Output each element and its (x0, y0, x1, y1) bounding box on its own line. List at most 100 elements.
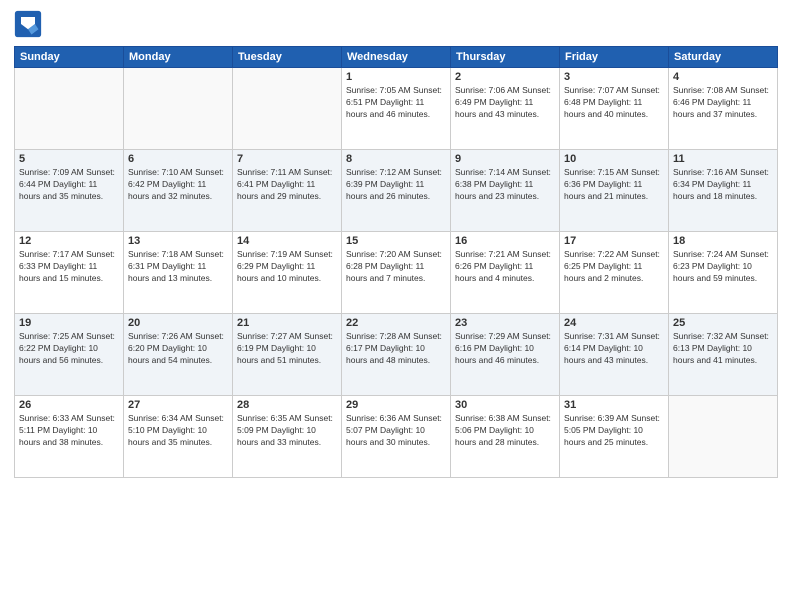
calendar-cell (233, 68, 342, 150)
day-number: 17 (564, 235, 664, 247)
day-info: Sunrise: 7:17 AM Sunset: 6:33 PM Dayligh… (19, 249, 119, 285)
page: SundayMondayTuesdayWednesdayThursdayFrid… (0, 0, 792, 612)
calendar-cell: 20 Sunrise: 7:26 AM Sunset: 6:20 PM Dayli… (124, 314, 233, 396)
day-number: 25 (673, 317, 773, 329)
day-info: Sunrise: 7:09 AM Sunset: 6:44 PM Dayligh… (19, 167, 119, 203)
day-info: Sunrise: 6:38 AM Sunset: 5:06 PM Dayligh… (455, 413, 555, 449)
calendar-cell: 24 Sunrise: 7:31 AM Sunset: 6:14 PM Dayli… (560, 314, 669, 396)
calendar-cell: 9Sunrise: 7:14 AM Sunset: 6:38 PM Daylig… (451, 150, 560, 232)
day-info: Sunrise: 6:34 AM Sunset: 5:10 PM Dayligh… (128, 413, 228, 449)
calendar-cell: 10 Sunrise: 7:15 AM Sunset: 6:36 PM Dayli… (560, 150, 669, 232)
day-number: 27 (128, 399, 228, 411)
day-number: 2 (455, 71, 555, 83)
calendar-week-row: 12Sunrise: 7:17 AM Sunset: 6:33 PM Dayli… (15, 232, 778, 314)
day-number: 1 (346, 71, 446, 83)
calendar-week-row: 26Sunrise: 6:33 AM Sunset: 5:11 PM Dayli… (15, 396, 778, 478)
day-number: 21 (237, 317, 337, 329)
day-info: Sunrise: 7:07 AM Sunset: 6:48 PM Dayligh… (564, 85, 664, 121)
calendar-cell: 21 Sunrise: 7:27 AM Sunset: 6:19 PM Dayli… (233, 314, 342, 396)
header (14, 10, 778, 38)
day-info: Sunrise: 7:19 AM Sunset: 6:29 PM Dayligh… (237, 249, 337, 285)
day-number: 11 (673, 153, 773, 165)
day-number: 26 (19, 399, 119, 411)
day-number: 19 (19, 317, 119, 329)
day-info: Sunrise: 7:26 AM Sunset: 6:20 PM Dayligh… (128, 331, 228, 367)
day-info: Sunrise: 7:08 AM Sunset: 6:46 PM Dayligh… (673, 85, 773, 121)
logo-icon (14, 10, 42, 38)
weekday-header-thursday: Thursday (451, 47, 560, 68)
calendar-cell: 1 Sunrise: 7:05 AM Sunset: 6:51 PM Daylig… (342, 68, 451, 150)
day-number: 29 (346, 399, 446, 411)
calendar-cell: 7 Sunrise: 7:11 AM Sunset: 6:41 PM Daylig… (233, 150, 342, 232)
calendar-week-row: 19 Sunrise: 7:25 AM Sunset: 6:22 PM Dayli… (15, 314, 778, 396)
calendar-cell: 28 Sunrise: 6:35 AM Sunset: 5:09 PM Dayli… (233, 396, 342, 478)
day-info: Sunrise: 7:14 AM Sunset: 6:38 PM Dayligh… (455, 167, 555, 203)
day-number: 8 (346, 153, 446, 165)
day-info: Sunrise: 7:16 AM Sunset: 6:34 PM Dayligh… (673, 167, 773, 203)
calendar-table: SundayMondayTuesdayWednesdayThursdayFrid… (14, 46, 778, 478)
day-number: 10 (564, 153, 664, 165)
day-info: Sunrise: 7:24 AM Sunset: 6:23 PM Dayligh… (673, 249, 773, 285)
calendar-cell: 27 Sunrise: 6:34 AM Sunset: 5:10 PM Dayli… (124, 396, 233, 478)
day-number: 6 (128, 153, 228, 165)
day-info: Sunrise: 6:35 AM Sunset: 5:09 PM Dayligh… (237, 413, 337, 449)
day-info: Sunrise: 7:05 AM Sunset: 6:51 PM Dayligh… (346, 85, 446, 121)
day-info: Sunrise: 7:22 AM Sunset: 6:25 PM Dayligh… (564, 249, 664, 285)
day-info: Sunrise: 7:12 AM Sunset: 6:39 PM Dayligh… (346, 167, 446, 203)
calendar-cell: 5 Sunrise: 7:09 AM Sunset: 6:44 PM Daylig… (15, 150, 124, 232)
calendar-cell: 22Sunrise: 7:28 AM Sunset: 6:17 PM Dayli… (342, 314, 451, 396)
calendar-week-row: 1 Sunrise: 7:05 AM Sunset: 6:51 PM Daylig… (15, 68, 778, 150)
day-number: 14 (237, 235, 337, 247)
day-info: Sunrise: 7:31 AM Sunset: 6:14 PM Dayligh… (564, 331, 664, 367)
day-number: 7 (237, 153, 337, 165)
calendar-cell: 31 Sunrise: 6:39 AM Sunset: 5:05 PM Dayli… (560, 396, 669, 478)
calendar-cell: 26Sunrise: 6:33 AM Sunset: 5:11 PM Dayli… (15, 396, 124, 478)
day-info: Sunrise: 7:25 AM Sunset: 6:22 PM Dayligh… (19, 331, 119, 367)
weekday-header-sunday: Sunday (15, 47, 124, 68)
day-info: Sunrise: 7:06 AM Sunset: 6:49 PM Dayligh… (455, 85, 555, 121)
calendar-cell: 12Sunrise: 7:17 AM Sunset: 6:33 PM Dayli… (15, 232, 124, 314)
day-info: Sunrise: 7:32 AM Sunset: 6:13 PM Dayligh… (673, 331, 773, 367)
day-info: Sunrise: 7:27 AM Sunset: 6:19 PM Dayligh… (237, 331, 337, 367)
calendar-cell: 4 Sunrise: 7:08 AM Sunset: 6:46 PM Daylig… (669, 68, 778, 150)
day-number: 18 (673, 235, 773, 247)
calendar-cell: 17 Sunrise: 7:22 AM Sunset: 6:25 PM Dayli… (560, 232, 669, 314)
weekday-header-monday: Monday (124, 47, 233, 68)
calendar-cell: 13Sunrise: 7:18 AM Sunset: 6:31 PM Dayli… (124, 232, 233, 314)
calendar-cell: 14 Sunrise: 7:19 AM Sunset: 6:29 PM Dayli… (233, 232, 342, 314)
weekday-header-tuesday: Tuesday (233, 47, 342, 68)
day-number: 22 (346, 317, 446, 329)
day-info: Sunrise: 7:10 AM Sunset: 6:42 PM Dayligh… (128, 167, 228, 203)
day-info: Sunrise: 6:36 AM Sunset: 5:07 PM Dayligh… (346, 413, 446, 449)
weekday-header-row: SundayMondayTuesdayWednesdayThursdayFrid… (15, 47, 778, 68)
day-number: 4 (673, 71, 773, 83)
calendar-cell: 19 Sunrise: 7:25 AM Sunset: 6:22 PM Dayli… (15, 314, 124, 396)
day-number: 31 (564, 399, 664, 411)
calendar-cell: 2 Sunrise: 7:06 AM Sunset: 6:49 PM Daylig… (451, 68, 560, 150)
calendar-cell: 16 Sunrise: 7:21 AM Sunset: 6:26 PM Dayli… (451, 232, 560, 314)
calendar-cell: 25 Sunrise: 7:32 AM Sunset: 6:13 PM Dayli… (669, 314, 778, 396)
calendar-cell: 3Sunrise: 7:07 AM Sunset: 6:48 PM Daylig… (560, 68, 669, 150)
day-number: 16 (455, 235, 555, 247)
day-number: 28 (237, 399, 337, 411)
day-info: Sunrise: 7:21 AM Sunset: 6:26 PM Dayligh… (455, 249, 555, 285)
calendar-cell (15, 68, 124, 150)
calendar-week-row: 5 Sunrise: 7:09 AM Sunset: 6:44 PM Daylig… (15, 150, 778, 232)
day-info: Sunrise: 7:15 AM Sunset: 6:36 PM Dayligh… (564, 167, 664, 203)
day-info: Sunrise: 7:18 AM Sunset: 6:31 PM Dayligh… (128, 249, 228, 285)
day-number: 24 (564, 317, 664, 329)
calendar-cell: 15 Sunrise: 7:20 AM Sunset: 6:28 PM Dayli… (342, 232, 451, 314)
day-number: 5 (19, 153, 119, 165)
day-info: Sunrise: 7:20 AM Sunset: 6:28 PM Dayligh… (346, 249, 446, 285)
calendar-cell (669, 396, 778, 478)
weekday-header-friday: Friday (560, 47, 669, 68)
day-info: Sunrise: 7:11 AM Sunset: 6:41 PM Dayligh… (237, 167, 337, 203)
weekday-header-saturday: Saturday (669, 47, 778, 68)
calendar-cell: 11 Sunrise: 7:16 AM Sunset: 6:34 PM Dayli… (669, 150, 778, 232)
day-number: 15 (346, 235, 446, 247)
day-number: 23 (455, 317, 555, 329)
day-info: Sunrise: 6:39 AM Sunset: 5:05 PM Dayligh… (564, 413, 664, 449)
day-number: 30 (455, 399, 555, 411)
calendar-cell: 30 Sunrise: 6:38 AM Sunset: 5:06 PM Dayli… (451, 396, 560, 478)
day-number: 20 (128, 317, 228, 329)
